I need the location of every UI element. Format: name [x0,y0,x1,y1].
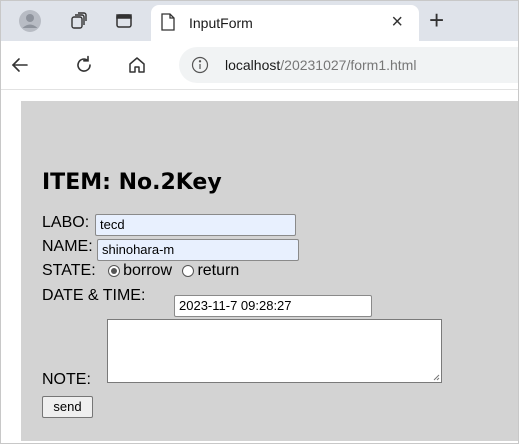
state-row: STATE: borrow return [42,262,239,280]
datetime-input[interactable]: 2023-11-7 09:28:27 [174,295,372,317]
item-title: ITEM: No.2Key [42,170,222,195]
name-label: NAME: [42,238,93,255]
borrow-label: borrow [123,262,172,279]
url-text: localhost/20231027/form1.html [225,57,416,73]
page-content: ITEM: No.2Key LABO: tecd NAME: shinohara… [1,90,518,443]
navigation-bar: localhost/20231027/form1.html [1,41,518,90]
close-icon[interactable]: × [391,11,403,33]
input-form: ITEM: No.2Key LABO: tecd NAME: shinohara… [21,101,518,441]
new-tab-icon[interactable]: + [429,5,444,35]
send-button[interactable]: send [42,396,93,418]
back-arrow-icon[interactable] [7,52,33,78]
name-input[interactable]: shinohara-m [97,239,299,261]
return-label: return [197,262,240,279]
url-path: /20231027/form1.html [280,57,417,73]
datetime-row: DATE & TIME: [42,287,145,305]
home-icon[interactable] [124,52,150,78]
state-label: STATE: [42,262,96,279]
address-bar[interactable]: localhost/20231027/form1.html [179,47,518,83]
info-icon[interactable] [191,56,209,79]
name-row: NAME: [42,238,93,256]
tab-actions-icon[interactable] [112,9,136,33]
note-textarea[interactable] [107,319,442,383]
return-radio[interactable] [182,265,195,277]
note-row: NOTE: [42,371,91,389]
page-icon [161,13,175,36]
labo-row: LABO: [42,214,89,232]
collections-icon[interactable] [67,9,91,33]
active-tab[interactable]: InputForm × [151,5,419,41]
tab-strip: InputForm × + [1,1,518,41]
url-host: localhost [225,57,281,73]
tab-title: InputForm [189,15,253,31]
note-label: NOTE: [42,371,91,388]
borrow-radio[interactable] [108,265,121,277]
labo-input[interactable]: tecd [95,214,296,236]
browser-window: InputForm × + localhost/20231027/form1.h… [0,0,519,444]
refresh-icon[interactable] [71,52,97,78]
profile-icon[interactable] [18,9,42,33]
resize-grip-icon[interactable] [432,373,440,381]
datetime-label: DATE & TIME: [42,287,146,304]
labo-label: LABO: [42,214,90,231]
